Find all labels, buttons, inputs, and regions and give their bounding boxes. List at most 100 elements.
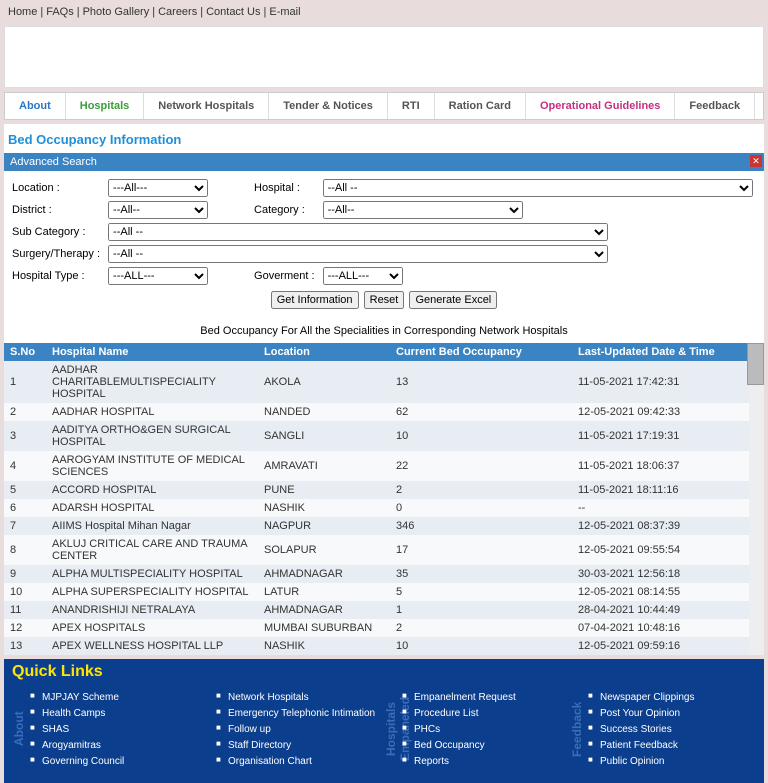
cell: 62 <box>390 403 572 421</box>
footer-link[interactable]: Success Stories <box>600 724 672 735</box>
cell: 5 <box>390 583 572 601</box>
footer-link[interactable]: Health Camps <box>42 708 105 719</box>
footer-link[interactable]: Post Your Opinion <box>600 708 680 719</box>
cell: APEX HOSPITALS <box>46 619 258 637</box>
hospital-label: Hospital : <box>250 177 319 199</box>
cell: APEX WELLNESS HOSPITAL LLP <box>46 637 258 655</box>
footer-link[interactable]: Emergency Telephonic Intimation <box>228 708 375 719</box>
footer-link[interactable]: Organisation Chart <box>228 756 312 767</box>
nav-network-hospitals[interactable]: Network Hospitals <box>144 93 269 119</box>
footer-link[interactable]: Procedure List <box>414 708 478 719</box>
hospital-select[interactable]: --All -- <box>323 179 753 197</box>
district-select[interactable]: --All-- <box>108 201 208 219</box>
nav-ration-card[interactable]: Ration Card <box>435 93 526 119</box>
advanced-search-header: Advanced Search ✕ <box>4 153 764 171</box>
footer-link[interactable]: Public Opinion <box>600 756 664 767</box>
nav-rti[interactable]: RTI <box>388 93 435 119</box>
cell: 35 <box>390 565 572 583</box>
nav-about[interactable]: About <box>5 93 66 119</box>
footer-link[interactable]: Staff Directory <box>228 740 291 751</box>
location-select[interactable]: ---All--- <box>108 179 208 197</box>
footer-link[interactable]: Arogyamitras <box>42 740 101 751</box>
footer-section: FeedbackNewspaper ClippingsPost Your Opi… <box>570 689 756 769</box>
footer-link[interactable]: Empanelment Request <box>414 692 516 703</box>
cell: 30-03-2021 12:56:18 <box>572 565 764 583</box>
get-information-button[interactable] <box>271 291 359 309</box>
government-select[interactable]: ---ALL--- <box>323 267 403 285</box>
table-caption: Bed Occupancy For All the Specialities i… <box>4 319 764 343</box>
topnav-e-mail[interactable]: E-mail <box>269 6 300 18</box>
reset-button[interactable] <box>364 291 405 309</box>
category-select[interactable]: --All-- <box>323 201 523 219</box>
cell: 07-04-2021 10:48:16 <box>572 619 764 637</box>
cell: 10 <box>4 583 46 601</box>
footer-link[interactable]: Bed Occupancy <box>414 740 485 751</box>
cell: 12-05-2021 09:59:16 <box>572 637 764 655</box>
table-row: 13APEX WELLNESS HOSPITAL LLPNASHIK1012-0… <box>4 637 764 655</box>
cell: 2 <box>4 403 46 421</box>
col-header: Hospital Name <box>46 343 258 361</box>
nav-hospitals[interactable]: Hospitals <box>66 93 145 119</box>
scrollbar[interactable] <box>749 343 764 655</box>
surgery-label: Surgery/Therapy : <box>8 243 104 265</box>
nav-pmjay[interactable]: PMJAY <box>755 93 768 119</box>
generate-excel-button[interactable] <box>409 291 497 309</box>
location-label: Location : <box>8 177 104 199</box>
cell: 12-05-2021 08:14:55 <box>572 583 764 601</box>
cell: 10 <box>390 637 572 655</box>
quick-links-title: Quick Links <box>4 659 764 685</box>
topnav-photo-gallery[interactable]: Photo Gallery <box>83 6 150 18</box>
nav-tender-notices[interactable]: Tender & Notices <box>269 93 388 119</box>
cell: 17 <box>390 535 572 565</box>
cell: 2 <box>390 481 572 499</box>
table-row: 2AADHAR HOSPITALNANDED6212-05-2021 09:42… <box>4 403 764 421</box>
cell: 8 <box>4 535 46 565</box>
footer-link[interactable]: MJPJAY Scheme <box>42 692 119 703</box>
col-header: Current Bed Occupancy <box>390 343 572 361</box>
surgery-select[interactable]: --All -- <box>108 245 608 263</box>
cell: 12-05-2021 09:42:33 <box>572 403 764 421</box>
footer-section: Network Hospitals Emergency Telephonic In… <box>198 689 384 769</box>
table-row: 1AADHAR CHARITABLEMULTISPECIALITY HOSPIT… <box>4 361 764 403</box>
footer-link[interactable]: Reports <box>414 756 449 767</box>
topnav-home[interactable]: Home <box>8 6 37 18</box>
col-header: S.No <box>4 343 46 361</box>
topnav-careers[interactable]: Careers <box>158 6 197 18</box>
hospital-type-select[interactable]: ---ALL--- <box>108 267 208 285</box>
cell: ANANDRISHIJI NETRALAYA <box>46 601 258 619</box>
hospital-type-label: Hospital Type : <box>8 265 104 287</box>
cell: NASHIK <box>258 637 390 655</box>
cell: AAROGYAM INSTITUTE OF MEDICAL SCIENCES <box>46 451 258 481</box>
footer-link[interactable]: Follow up <box>228 724 271 735</box>
cell: 2 <box>390 619 572 637</box>
table-row: 3AADITYA ORTHO&GEN SURGICAL HOSPITALSANG… <box>4 421 764 451</box>
topnav-contact-us[interactable]: Contact Us <box>206 6 260 18</box>
col-header: Location <box>258 343 390 361</box>
cell: AADITYA ORTHO&GEN SURGICAL HOSPITAL <box>46 421 258 451</box>
banner <box>4 26 764 88</box>
nav-operational-guidelines[interactable]: Operational Guidelines <box>526 93 675 119</box>
cell: 11 <box>4 601 46 619</box>
footer-link[interactable]: Network Hospitals <box>228 692 309 703</box>
nav-feedback[interactable]: Feedback <box>675 93 755 119</box>
footer-link[interactable]: Governing Council <box>42 756 124 767</box>
cell: 11-05-2021 17:19:31 <box>572 421 764 451</box>
cell: SOLAPUR <box>258 535 390 565</box>
main-nav: AboutHospitalsNetwork HospitalsTender & … <box>4 92 764 120</box>
cell: NANDED <box>258 403 390 421</box>
footer-link[interactable]: SHAS <box>42 724 69 735</box>
topnav-faqs[interactable]: FAQs <box>46 6 74 18</box>
cell: NASHIK <box>258 499 390 517</box>
footer-section-label: About <box>12 689 26 769</box>
footer-link[interactable]: Patient Feedback <box>600 740 678 751</box>
footer-link[interactable]: Newspaper Clippings <box>600 692 695 703</box>
footer-link[interactable]: PHCs <box>414 724 440 735</box>
cell: AHMADNAGAR <box>258 601 390 619</box>
cell: AADHAR CHARITABLEMULTISPECIALITY HOSPITA… <box>46 361 258 403</box>
subcategory-select[interactable]: --All -- <box>108 223 608 241</box>
close-icon[interactable]: ✕ <box>750 155 762 167</box>
cell: ALPHA MULTISPECIALITY HOSPITAL <box>46 565 258 583</box>
cell: 1 <box>4 361 46 403</box>
cell: AIIMS Hospital Mihan Nagar <box>46 517 258 535</box>
district-label: District : <box>8 199 104 221</box>
